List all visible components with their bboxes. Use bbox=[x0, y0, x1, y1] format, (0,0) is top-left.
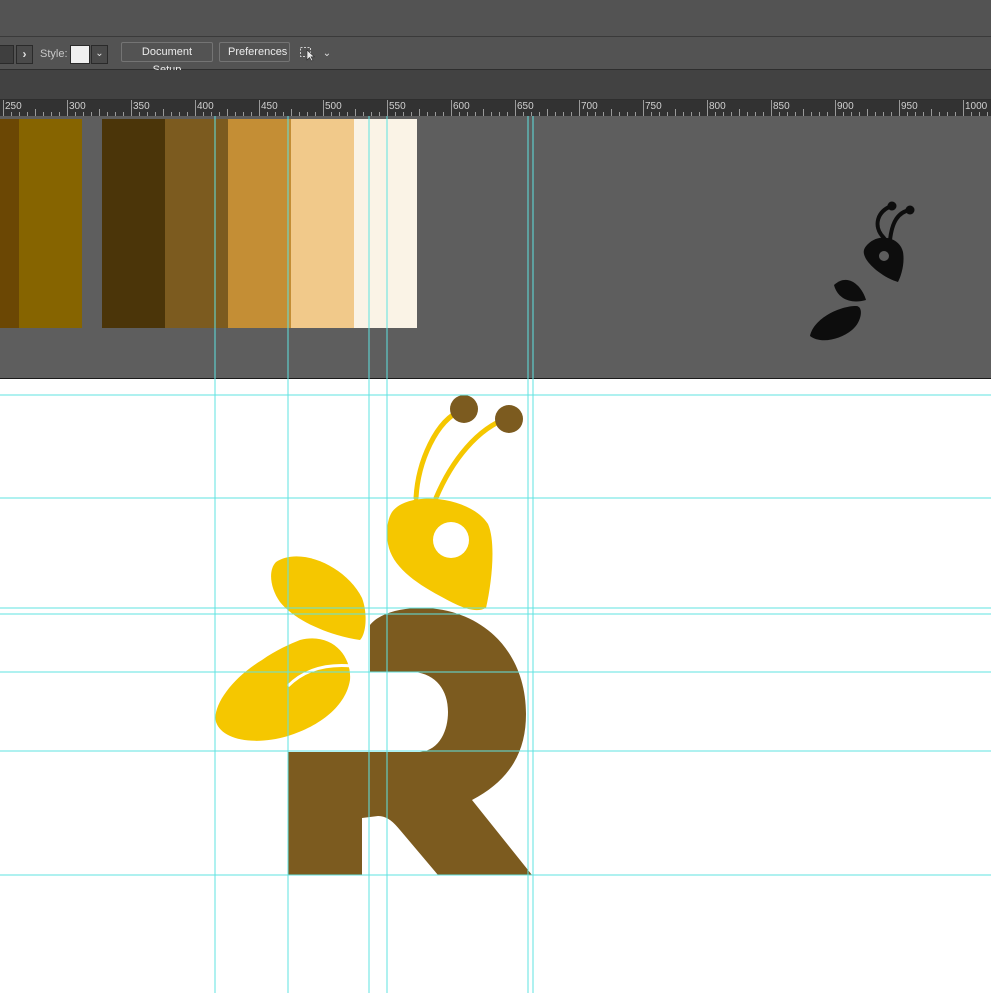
ruler-minor-tick bbox=[355, 109, 356, 116]
palette-swatch[interactable] bbox=[102, 119, 165, 328]
ruler-minor-tick bbox=[483, 109, 484, 116]
ruler-minor-tick bbox=[547, 109, 548, 116]
ruler-label: 800 bbox=[709, 101, 726, 112]
select-behind-icon[interactable] bbox=[299, 44, 317, 62]
ruler-label: 600 bbox=[453, 101, 470, 112]
artboard[interactable] bbox=[0, 378, 991, 994]
ruler-minor-tick bbox=[931, 109, 932, 116]
ruler-major-tick bbox=[899, 100, 900, 116]
ruler-minor-tick bbox=[163, 109, 164, 116]
ruler-major-tick bbox=[259, 100, 260, 116]
ruler-major-tick bbox=[707, 100, 708, 116]
ruler-label: 250 bbox=[5, 101, 22, 112]
ruler-label: 550 bbox=[389, 101, 406, 112]
palette-swatch[interactable] bbox=[291, 119, 354, 328]
ruler-label: 400 bbox=[197, 101, 214, 112]
ruler-label: 850 bbox=[773, 101, 790, 112]
horizontal-ruler[interactable]: 250 300 350 400 450 500 550 600 650 700 750 800 850 9… bbox=[0, 100, 991, 116]
ruler-label: 650 bbox=[517, 101, 534, 112]
chevron-right-icon[interactable]: › bbox=[16, 45, 33, 64]
ruler-label: 750 bbox=[645, 101, 662, 112]
style-label: Style: bbox=[40, 48, 68, 60]
ruler-label: 900 bbox=[837, 101, 854, 112]
ruler-minor-tick bbox=[803, 109, 804, 116]
ruler-major-tick bbox=[387, 100, 388, 116]
ruler-major-tick bbox=[963, 100, 964, 116]
ruler-label: 300 bbox=[69, 101, 86, 112]
style-swatch[interactable] bbox=[70, 45, 90, 64]
palette-swatch[interactable] bbox=[19, 119, 82, 328]
ruler-minor-tick bbox=[611, 109, 612, 116]
ruler-minor-tick bbox=[35, 109, 36, 116]
control-bar: › Style: ⌄ Document Setup Preferences ⌄ bbox=[0, 37, 991, 76]
ruler-major-tick bbox=[67, 100, 68, 116]
document-setup-button[interactable]: Document Setup bbox=[121, 42, 213, 76]
ruler-label: 700 bbox=[581, 101, 598, 112]
ruler-major-tick bbox=[451, 100, 452, 116]
palette-swatch[interactable] bbox=[165, 119, 228, 328]
ruler-minor-tick bbox=[867, 109, 868, 116]
ruler-minor-tick bbox=[99, 109, 100, 116]
document-tab-strip bbox=[0, 70, 991, 100]
palette-swatch[interactable] bbox=[354, 119, 417, 328]
chevron-down-icon[interactable]: ⌄ bbox=[321, 45, 333, 63]
ruler-minor-tick bbox=[419, 109, 420, 116]
ruler-minor-tick bbox=[291, 109, 292, 116]
ruler-major-tick bbox=[579, 100, 580, 116]
chevron-down-icon[interactable]: ⌄ bbox=[91, 45, 108, 64]
ruler-major-tick bbox=[515, 100, 516, 116]
title-bar bbox=[0, 0, 991, 37]
ruler-major-tick bbox=[835, 100, 836, 116]
ruler-label: 1000 bbox=[965, 101, 988, 112]
ruler-minor-tick bbox=[675, 109, 676, 116]
ruler-major-tick bbox=[771, 100, 772, 116]
palette-swatch[interactable] bbox=[0, 119, 19, 328]
ruler-label: 950 bbox=[901, 101, 918, 112]
palette-swatch[interactable] bbox=[228, 119, 291, 328]
preferences-button[interactable]: Preferences bbox=[219, 42, 290, 62]
value-field[interactable] bbox=[0, 45, 14, 64]
ruler-label: 350 bbox=[133, 101, 150, 112]
ruler-major-tick bbox=[323, 100, 324, 116]
ruler-major-tick bbox=[195, 100, 196, 116]
ruler-major-tick bbox=[3, 100, 4, 116]
ruler-major-tick bbox=[643, 100, 644, 116]
ruler-minor-tick bbox=[227, 109, 228, 116]
ruler-label: 450 bbox=[261, 101, 278, 112]
ruler-minor-tick bbox=[739, 109, 740, 116]
ruler-major-tick bbox=[131, 100, 132, 116]
ruler-label: 500 bbox=[325, 101, 342, 112]
